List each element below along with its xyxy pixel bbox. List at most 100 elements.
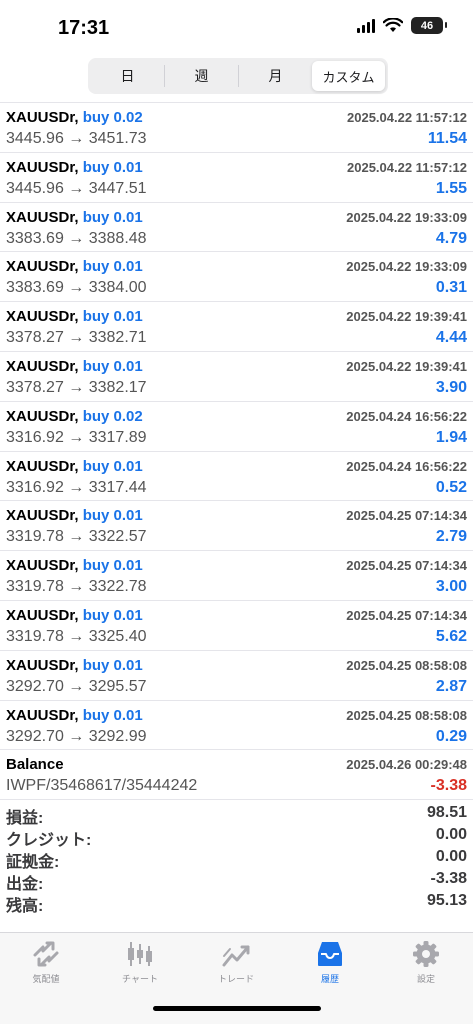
tab-history[interactable]: 履歴	[290, 939, 370, 991]
history-icon	[318, 942, 342, 966]
summary-value: 0.00	[435, 826, 467, 843]
deal-symbol: XAUUSDr,	[6, 606, 79, 624]
deal-row[interactable]: XAUUSDr, buy 0.01 2025.04.25 07:14:34 33…	[0, 501, 473, 552]
deal-time: 2025.04.22 19:33:09	[346, 259, 467, 275]
deal-prices: 3292.70 → 3295.57	[6, 677, 147, 695]
deal-time: 2025.04.25 08:58:08	[346, 657, 467, 673]
deal-time: 2025.04.22 19:39:41	[346, 358, 467, 374]
deal-profit: 3.00	[435, 578, 467, 596]
deal-row[interactable]: XAUUSDr, buy 0.01 2025.04.25 08:58:08 32…	[0, 701, 473, 751]
deal-time: 2025.04.25 07:14:34	[346, 607, 467, 623]
deal-side: buy 0.01	[82, 457, 143, 475]
balance-comment: IWPF/35468617/35444242	[6, 777, 198, 795]
deal-prices: 3316.92 → 3317.89	[6, 428, 147, 446]
deal-symbol: XAUUSDr,	[6, 407, 79, 425]
home-indicator	[153, 1006, 321, 1011]
deal-prices: 3445.96 → 3451.73	[6, 130, 147, 147]
deal-prices: 3378.27 → 3382.17	[6, 378, 147, 396]
deal-side: buy 0.01	[82, 357, 143, 375]
deal-symbol: XAUUSDr,	[6, 457, 79, 475]
deal-profit: 0.29	[435, 727, 467, 745]
settings-icon	[413, 941, 439, 967]
deal-time: 2025.04.22 19:39:41	[346, 309, 467, 325]
summary-label: 残高:	[6, 898, 44, 915]
tab-chart[interactable]: チャート	[100, 939, 180, 991]
deal-symbol: XAUUSDr,	[6, 158, 79, 176]
status-bar: 17:31 46	[0, 0, 473, 56]
deal-profit: 0.52	[435, 478, 467, 496]
deal-profit: 11.54	[427, 130, 467, 147]
deal-row[interactable]: XAUUSDr, buy 0.02 2025.04.22 11:57:12 34…	[0, 103, 473, 153]
summary-row-withdrawal: 出金: -3.38	[0, 868, 473, 893]
deal-symbol: XAUUSDr,	[6, 258, 79, 276]
deal-prices: 3445.96 → 3447.51	[6, 179, 147, 197]
tab-month[interactable]: 月	[239, 65, 312, 87]
battery-icon: 46	[411, 17, 447, 34]
balance-row[interactable]: Balance 2025.04.26 00:29:48 IWPF/3546861…	[0, 750, 473, 801]
deal-time: 2025.04.25 08:58:08	[346, 707, 467, 723]
tab-day[interactable]: 日	[91, 65, 165, 87]
deal-profit: 4.79	[435, 229, 467, 247]
deal-time: 2025.04.24 16:56:22	[346, 458, 467, 474]
deal-row[interactable]: XAUUSDr, buy 0.01 2025.04.24 16:56:22 33…	[0, 452, 473, 502]
deal-side: buy 0.01	[82, 308, 143, 326]
deal-side: buy 0.01	[82, 158, 143, 176]
deal-profit: 1.94	[435, 428, 467, 446]
status-time: 17:31	[58, 17, 110, 39]
history-list: XAUUSDr, buy 0.02 2025.04.22 11:57:12 34…	[0, 102, 473, 801]
summary-value: 95.13	[426, 892, 467, 909]
balance-label: Balance	[6, 756, 64, 774]
deal-row[interactable]: XAUUSDr, buy 0.01 2025.04.25 07:14:34 33…	[0, 601, 473, 651]
deal-row[interactable]: XAUUSDr, buy 0.01 2025.04.22 19:33:09 33…	[0, 203, 473, 253]
tab-label: 気配値	[32, 974, 60, 984]
deal-prices: 3319.78 → 3322.57	[6, 528, 147, 546]
trade-icon	[222, 945, 250, 967]
deal-side: buy 0.01	[82, 507, 143, 525]
summary-row-profit: 損益: 98.51	[0, 802, 473, 827]
deal-profit: 5.62	[435, 627, 467, 645]
deal-prices: 3383.69 → 3388.48	[6, 229, 147, 247]
deal-profit: 2.79	[435, 528, 467, 546]
deal-row[interactable]: XAUUSDr, buy 0.01 2025.04.22 19:39:41 33…	[0, 302, 473, 352]
deal-row[interactable]: XAUUSDr, buy 0.01 2025.04.22 19:33:09 33…	[0, 252, 473, 303]
deal-side: buy 0.01	[82, 258, 143, 276]
tab-trade[interactable]: トレード	[196, 939, 276, 991]
deal-profit: 0.31	[435, 279, 467, 297]
deal-row[interactable]: XAUUSDr, buy 0.01 2025.04.22 19:39:41 33…	[0, 352, 473, 402]
deal-row[interactable]: XAUUSDr, buy 0.01 2025.04.25 07:14:34 33…	[0, 551, 473, 601]
deal-prices: 3378.27 → 3382.71	[6, 329, 147, 347]
deal-symbol: XAUUSDr,	[6, 557, 79, 575]
period-segmented-control: 日 週 月 カスタム	[88, 58, 388, 94]
deal-time: 2025.04.22 19:33:09	[346, 209, 467, 225]
tab-custom[interactable]: カスタム	[312, 61, 385, 91]
wifi-icon	[383, 18, 403, 32]
deal-profit: 1.55	[435, 179, 467, 197]
deal-row[interactable]: XAUUSDr, buy 0.01 2025.04.25 08:58:08 32…	[0, 651, 473, 701]
tab-label: チャート	[122, 974, 158, 984]
deal-symbol: XAUUSDr,	[6, 706, 79, 724]
summary-value: 0.00	[435, 848, 467, 865]
deal-time: 2025.04.22 11:57:12	[347, 159, 467, 175]
battery-level: 46	[420, 19, 434, 32]
deal-symbol: XAUUSDr,	[6, 109, 79, 126]
tab-settings[interactable]: 設定	[386, 939, 466, 991]
tab-quotes[interactable]: 気配値	[6, 939, 86, 991]
deal-row[interactable]: XAUUSDr, buy 0.02 2025.04.24 16:56:22 33…	[0, 402, 473, 452]
deal-profit: 2.87	[435, 677, 467, 695]
status-icons: 46	[357, 17, 447, 34]
deal-time: 2025.04.22 11:57:12	[347, 110, 467, 125]
deal-prices: 3292.70 → 3292.99	[6, 727, 147, 745]
deal-symbol: XAUUSDr,	[6, 208, 79, 226]
deal-symbol: XAUUSDr,	[6, 656, 79, 674]
tab-label: 履歴	[320, 974, 339, 984]
deal-side: buy 0.01	[82, 557, 143, 575]
tab-week[interactable]: 週	[165, 65, 239, 87]
deal-row[interactable]: XAUUSDr, buy 0.01 2025.04.22 11:57:12 34…	[0, 153, 473, 203]
balance-amount: -3.38	[430, 777, 467, 795]
summary-value: 98.51	[426, 804, 467, 821]
balance-time: 2025.04.26 00:29:48	[346, 757, 467, 773]
summary-row-balance: 残高: 95.13	[0, 890, 473, 915]
tab-label: 設定	[416, 974, 435, 984]
deal-prices: 3319.78 → 3325.40	[6, 627, 147, 645]
cellular-signal-icon	[357, 18, 375, 33]
